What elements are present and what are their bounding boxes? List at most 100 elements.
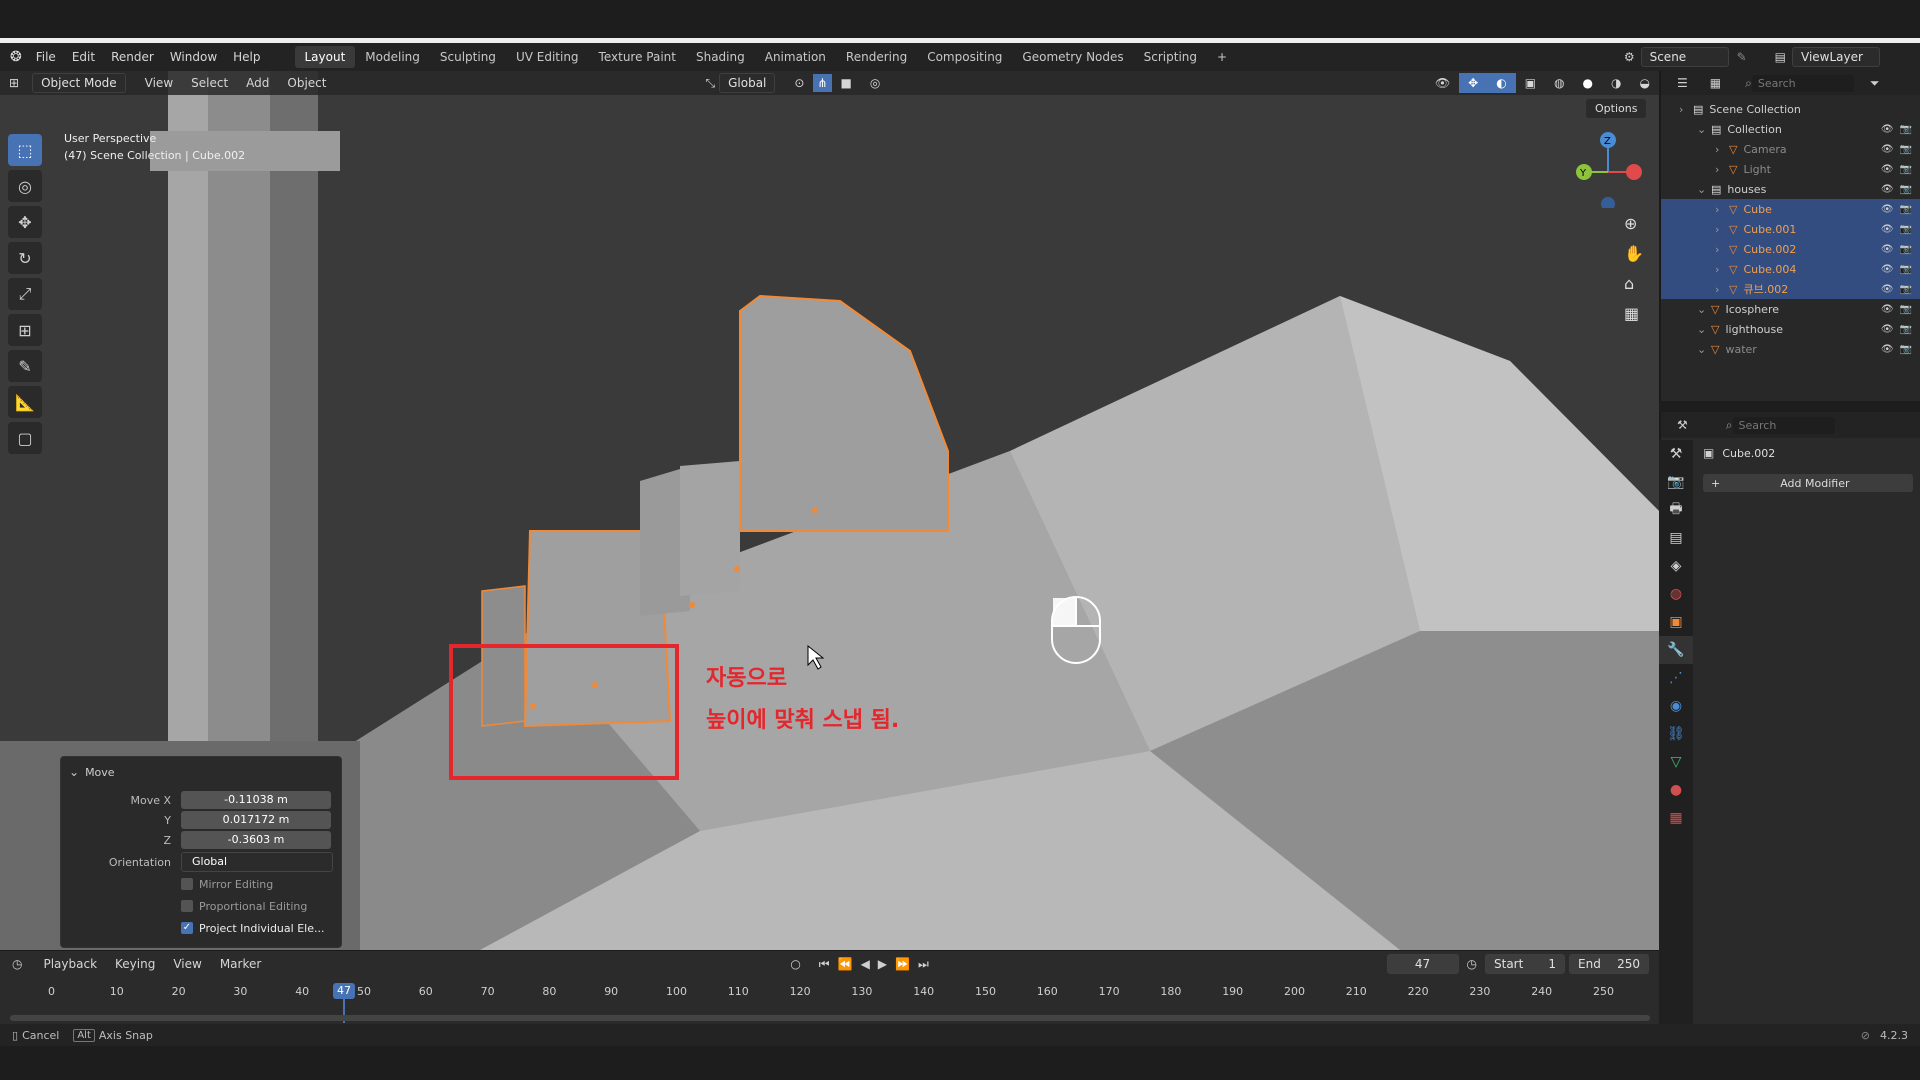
blender-logo-icon[interactable]: ❂ [10,49,22,65]
shading-wire-icon[interactable]: ◍ [1545,73,1573,93]
expand-chevron-icon[interactable]: ⌄ [1697,343,1711,356]
modifier-tab-icon[interactable]: 🔧 [1659,636,1693,664]
shading-solid-icon[interactable]: ● [1574,73,1602,93]
tab-geometry-nodes[interactable]: Geometry Nodes [1012,46,1133,68]
orientation-dropdown[interactable]: Global [181,852,333,872]
render-camera-icon[interactable]: 📷 [1900,344,1912,355]
outliner-row[interactable]: ⌄ ▽ lighthouse 👁 📷 [1661,319,1920,339]
scene-selector[interactable]: Scene [1640,47,1729,67]
outliner-row[interactable]: ⌄ ▽ Icosphere 👁 📷 [1661,299,1920,319]
expand-chevron-icon[interactable]: › [1679,103,1693,116]
add-workspace-icon[interactable]: + [1207,46,1237,68]
shading-material-icon[interactable]: ◑ [1602,73,1630,93]
menu-help[interactable]: Help [225,50,268,64]
outliner-row[interactable]: › ▽ Camera 👁 📷 [1661,139,1920,159]
visibility-eye-icon[interactable]: 👁 [1881,124,1894,135]
render-camera-icon[interactable]: 📷 [1900,184,1912,195]
select-box-icon[interactable]: ⬚ [8,134,42,166]
outliner-row[interactable]: › ▽ Cube.004 👁 📷 [1661,259,1920,279]
add-cube-icon[interactable]: ▢ [8,422,42,454]
visibility-eye-icon[interactable]: 👁 [1881,264,1894,275]
render-camera-icon[interactable]: 📷 [1900,264,1912,275]
outliner-row[interactable]: › ▽ 큐브.002 👁 📷 [1661,279,1920,299]
render-camera-icon[interactable]: 📷 [1900,324,1912,335]
visibility-eye-icon[interactable]: 👁 [1881,164,1894,175]
render-tab-icon[interactable]: 📷 [1659,468,1693,496]
transform-orientation[interactable]: Global [719,73,776,93]
outliner-row[interactable]: › ▽ Cube 👁 📷 [1661,199,1920,219]
measure-icon[interactable]: 📐 [8,386,42,418]
expand-chevron-icon[interactable]: › [1715,283,1729,296]
view-layer-selector[interactable]: ViewLayer [1792,47,1880,67]
render-camera-icon[interactable]: 📷 [1900,124,1912,135]
pan-hand-icon[interactable]: ✋ [1624,244,1650,274]
menu-edit[interactable]: Edit [64,50,103,64]
properties-search-input[interactable]: Search [1732,416,1835,434]
move-z-field[interactable]: -0.3603 m [181,831,331,849]
expand-chevron-icon[interactable]: › [1715,243,1729,256]
scene-icon[interactable]: ⚙ [1624,50,1635,64]
outliner-row[interactable]: › ▽ Cube.001 👁 📷 [1661,219,1920,239]
navigation-gizmo[interactable]: Z Y [1570,128,1650,211]
world-tab-icon[interactable]: ◍ [1659,580,1693,608]
material-tab-icon[interactable]: ● [1659,776,1693,804]
proportional-editing-checkbox[interactable] [181,900,193,912]
tab-compositing[interactable]: Compositing [917,46,1012,68]
properties-editor-icon[interactable]: ⚒ [1677,418,1688,432]
visibility-eye-icon[interactable]: 👁 [1881,304,1894,315]
outliner-row[interactable]: › ▽ Light 👁 📷 [1661,159,1920,179]
render-camera-icon[interactable]: 📷 [1900,304,1912,315]
xray-icon[interactable]: ▣ [1516,73,1545,93]
visibility-eye-icon[interactable]: 👁 [1881,144,1894,155]
expand-chevron-icon[interactable]: ⌄ [1697,323,1711,336]
outliner-row[interactable]: › ▤ Scene Collection [1661,99,1920,119]
render-camera-icon[interactable]: 📷 [1900,284,1912,295]
mirror-editing-checkbox[interactable] [181,878,193,890]
output-tab-icon[interactable]: 🖶 [1659,496,1693,524]
render-camera-icon[interactable]: 📷 [1900,224,1912,235]
render-camera-icon[interactable]: 📷 [1900,164,1912,175]
editor-type-icon[interactable]: ⊞ [0,73,28,93]
tab-uv-editing[interactable]: UV Editing [506,46,589,68]
visibility-eye-icon[interactable]: 👁 [1881,324,1894,335]
data-tab-icon[interactable]: ▽ [1659,748,1693,776]
outliner-row[interactable]: ⌄ ▤ houses 👁 📷 [1661,179,1920,199]
annotate-icon[interactable]: ✎ [8,350,42,382]
pin-icon[interactable]: ✎ [1737,50,1747,64]
viewport-menu-object[interactable]: Object [278,73,335,93]
snap-target-icon[interactable]: ■ [832,73,861,93]
menu-render[interactable]: Render [103,50,162,64]
proportional-icon[interactable]: ◎ [861,73,889,93]
display-mode-icon[interactable]: ▦ [1710,76,1721,90]
render-camera-icon[interactable]: 📷 [1900,144,1912,155]
move-y-field[interactable]: 0.017172 m [181,811,331,829]
outliner-editor-icon[interactable]: ☰ [1677,76,1688,90]
view-layer-icon[interactable]: ▤ [1775,50,1786,64]
tool-tab-icon[interactable]: ⚒ [1659,440,1693,468]
camera-view-icon[interactable]: ⌂ [1624,274,1650,304]
tab-rendering[interactable]: Rendering [836,46,917,68]
tab-animation[interactable]: Animation [755,46,836,68]
zoom-icon[interactable]: ⊕ [1624,214,1650,244]
transform-icon[interactable]: ⊞ [8,314,42,346]
move-x-field[interactable]: -0.11038 m [181,791,331,809]
move-icon[interactable]: ✥ [8,206,42,238]
scale-icon[interactable]: ⤢ [8,278,42,310]
outliner-row[interactable]: ⌄ ▽ water 👁 📷 [1661,339,1920,359]
expand-chevron-icon[interactable]: › [1715,263,1729,276]
tab-shading[interactable]: Shading [686,46,755,68]
add-modifier-button[interactable]: + Add Modifier [1703,474,1913,492]
rotate-icon[interactable]: ↻ [8,242,42,274]
visibility-eye-icon[interactable]: 👁 [1881,344,1894,355]
mode-selector[interactable]: Object Mode [32,73,126,93]
expand-chevron-icon[interactable]: ⌄ [1697,183,1711,196]
expand-chevron-icon[interactable]: ⌄ [1697,123,1711,136]
ortho-grid-icon[interactable]: ▦ [1624,304,1650,334]
viewport-menu-add[interactable]: Add [237,73,278,93]
tab-texture-paint[interactable]: Texture Paint [589,46,686,68]
physics-tab-icon[interactable]: ◉ [1659,692,1693,720]
visibility-eye-icon[interactable]: 👁 [1881,284,1894,295]
shading-rendered-icon[interactable]: ◒ [1631,73,1659,93]
outliner-search-input[interactable]: Search [1751,74,1854,92]
playhead[interactable]: 47 [333,983,355,999]
